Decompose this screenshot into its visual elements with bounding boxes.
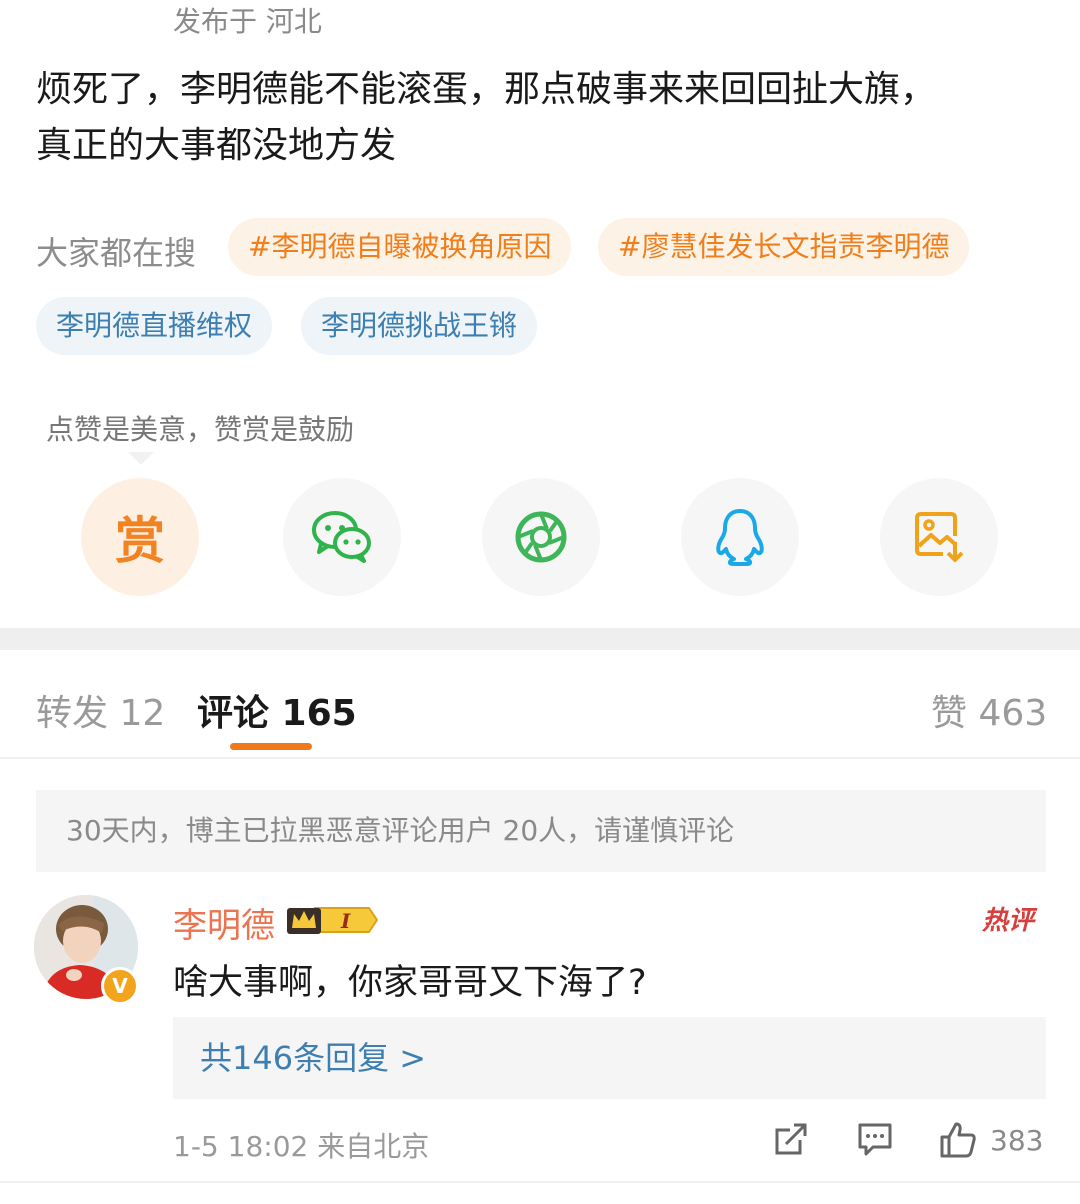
view-replies-link[interactable]: 共146条回复 > <box>173 1017 1046 1099</box>
like-comment-button[interactable] <box>938 1120 978 1164</box>
search-label: 大家都在搜 <box>36 234 197 272</box>
search-chip[interactable]: 李明德直播维权 <box>36 297 273 355</box>
crown-level-icon: I <box>287 907 379 934</box>
reward-icon: 赏 <box>115 512 165 570</box>
badge-level: I <box>340 909 351 933</box>
active-tab-indicator <box>230 743 312 750</box>
qq-icon <box>716 509 764 566</box>
comment-like-count: 383 <box>990 1124 1044 1157</box>
fan-badge[interactable]: I <box>285 902 379 942</box>
tab-comments[interactable]: 评论 165 <box>197 684 357 736</box>
comment-meta: 1-5 18:02 来自北京 <box>173 1130 430 1163</box>
share-qq-button[interactable] <box>681 478 799 596</box>
search-chip[interactable]: #廖慧佳发长文指责李明德 <box>598 218 970 276</box>
verified-badge-icon: V <box>101 967 139 1005</box>
post-location: 发布于 河北 <box>173 5 322 38</box>
comment-text: 啥大事啊，你家哥哥又下海了? <box>173 963 647 1003</box>
post-text-line: 烦死了，李明德能不能滚蛋，那点破事来来回回扯大旗， <box>36 69 937 110</box>
post-text-line: 真正的大事都没地方发 <box>36 125 397 166</box>
wechat-icon <box>312 511 371 563</box>
save-image-button[interactable] <box>880 478 998 596</box>
search-chip[interactable]: 李明德挑战王锵 <box>301 297 538 355</box>
moments-icon <box>515 511 567 563</box>
share-comment-button[interactable] <box>772 1120 810 1162</box>
post-text: 烦死了，李明德能不能滚蛋，那点破事来来回回扯大旗， 真正的大事都没地方发 <box>36 62 1046 174</box>
share-moments-button[interactable] <box>482 478 600 596</box>
comment-icon <box>858 1123 892 1156</box>
comment-divider <box>0 1181 1080 1183</box>
section-divider <box>0 628 1080 650</box>
reward-tip: 点赞是美意，赞赏是鼓励 <box>46 413 355 446</box>
save-image-icon <box>915 512 964 562</box>
comment-username[interactable]: 李明德 <box>173 898 275 947</box>
tab-repost[interactable]: 转发 12 <box>36 684 165 736</box>
reply-comment-button[interactable] <box>856 1120 894 1162</box>
thumbs-up-icon <box>940 1122 976 1158</box>
reward-button[interactable]: 赏 <box>81 478 199 596</box>
block-notice: 30天内，博主已拉黑恶意评论用户 20人，请谨慎评论 <box>36 790 1046 872</box>
tab-likes[interactable]: 赞 463 <box>931 684 1047 736</box>
share-icon <box>775 1123 807 1155</box>
share-wechat-button[interactable] <box>283 478 401 596</box>
tab-divider <box>0 757 1080 759</box>
search-chip[interactable]: #李明德自曝被换角原因 <box>228 218 572 276</box>
hot-comment-badge: 热评 <box>982 906 1035 936</box>
tip-caret <box>128 452 154 465</box>
